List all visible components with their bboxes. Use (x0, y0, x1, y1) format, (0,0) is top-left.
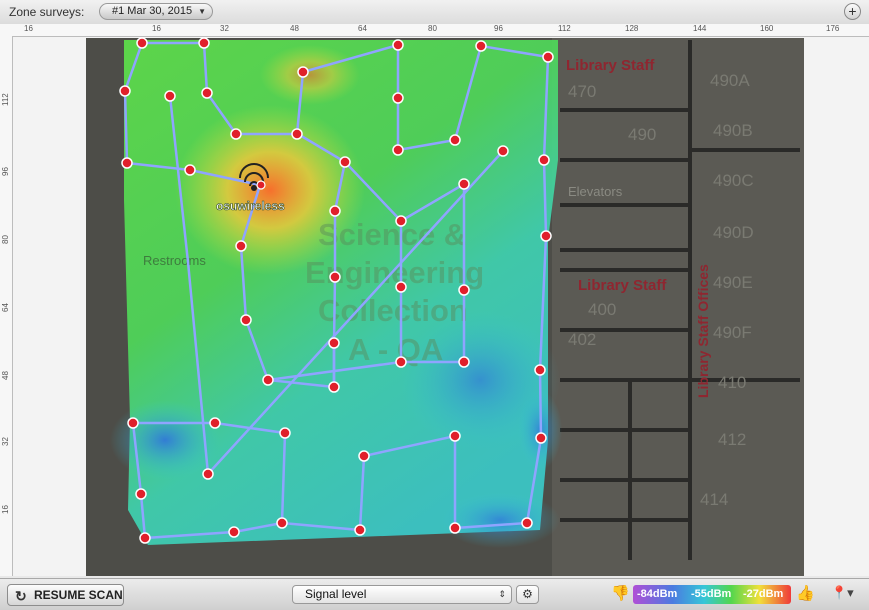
updown-arrows-icon: ⇕ (498, 589, 506, 599)
room-490b: 490B (713, 121, 753, 140)
bottom-toolbar: ↻ RESUME SCAN Signal level ⇕ ⚙ 👎 -84dBm … (0, 578, 869, 610)
location-pin-dropdown[interactable]: 📍▾ (831, 585, 854, 601)
library-staff-label: Library Staff (566, 57, 655, 74)
room-410: 410 (718, 373, 746, 392)
settings-button[interactable]: ⚙ (516, 585, 539, 604)
heatmap-floorplan[interactable]: 470 490 490A 490B 490C 490D 490E 490F 40… (0, 0, 869, 609)
room-414: 414 (700, 490, 728, 509)
watermark-line: Collection (318, 293, 468, 328)
library-staff-label: Library Staff (578, 277, 667, 294)
room-490c: 490C (713, 171, 754, 190)
room-490f: 490F (713, 323, 752, 342)
heatmap-weak-zone (110, 400, 220, 480)
refresh-icon: ↻ (15, 588, 27, 604)
gear-icon: ⚙ (522, 587, 533, 601)
library-staff-offices-label: Library Staff Offices (695, 264, 711, 398)
thumbs-down-icon: 👎 (611, 585, 630, 602)
legend-mid: -55dBm (691, 588, 732, 600)
room-402: 402 (568, 330, 596, 349)
room-490a: 490A (710, 71, 750, 90)
visualization-select-value: Signal level (305, 587, 367, 601)
signal-legend-bar: -84dBm -55dBm -27dBm (633, 585, 791, 604)
watermark-line: Engineering (305, 255, 484, 290)
room-490: 490 (628, 125, 656, 144)
thumbs-up-icon: 👍 (796, 585, 815, 602)
watermark-line: Science & (318, 217, 466, 252)
visualization-select[interactable]: Signal level ⇕ (292, 585, 512, 604)
restrooms-label: Restrooms (143, 253, 206, 268)
room-490e: 490E (713, 273, 753, 292)
legend-max: -27dBm (743, 588, 784, 600)
heatmap-weak-zone (440, 492, 560, 548)
room-412: 412 (718, 430, 746, 449)
room-400: 400 (588, 300, 616, 319)
room-470: 470 (568, 82, 596, 101)
room-490d: 490D (713, 223, 754, 242)
resume-scan-button[interactable]: ↻ RESUME SCAN (7, 584, 124, 606)
elevators-label: Elevators (568, 184, 623, 199)
heatmap-hotspot (260, 45, 360, 105)
resume-scan-label: RESUME SCAN (34, 588, 123, 602)
legend-min: -84dBm (637, 588, 678, 600)
